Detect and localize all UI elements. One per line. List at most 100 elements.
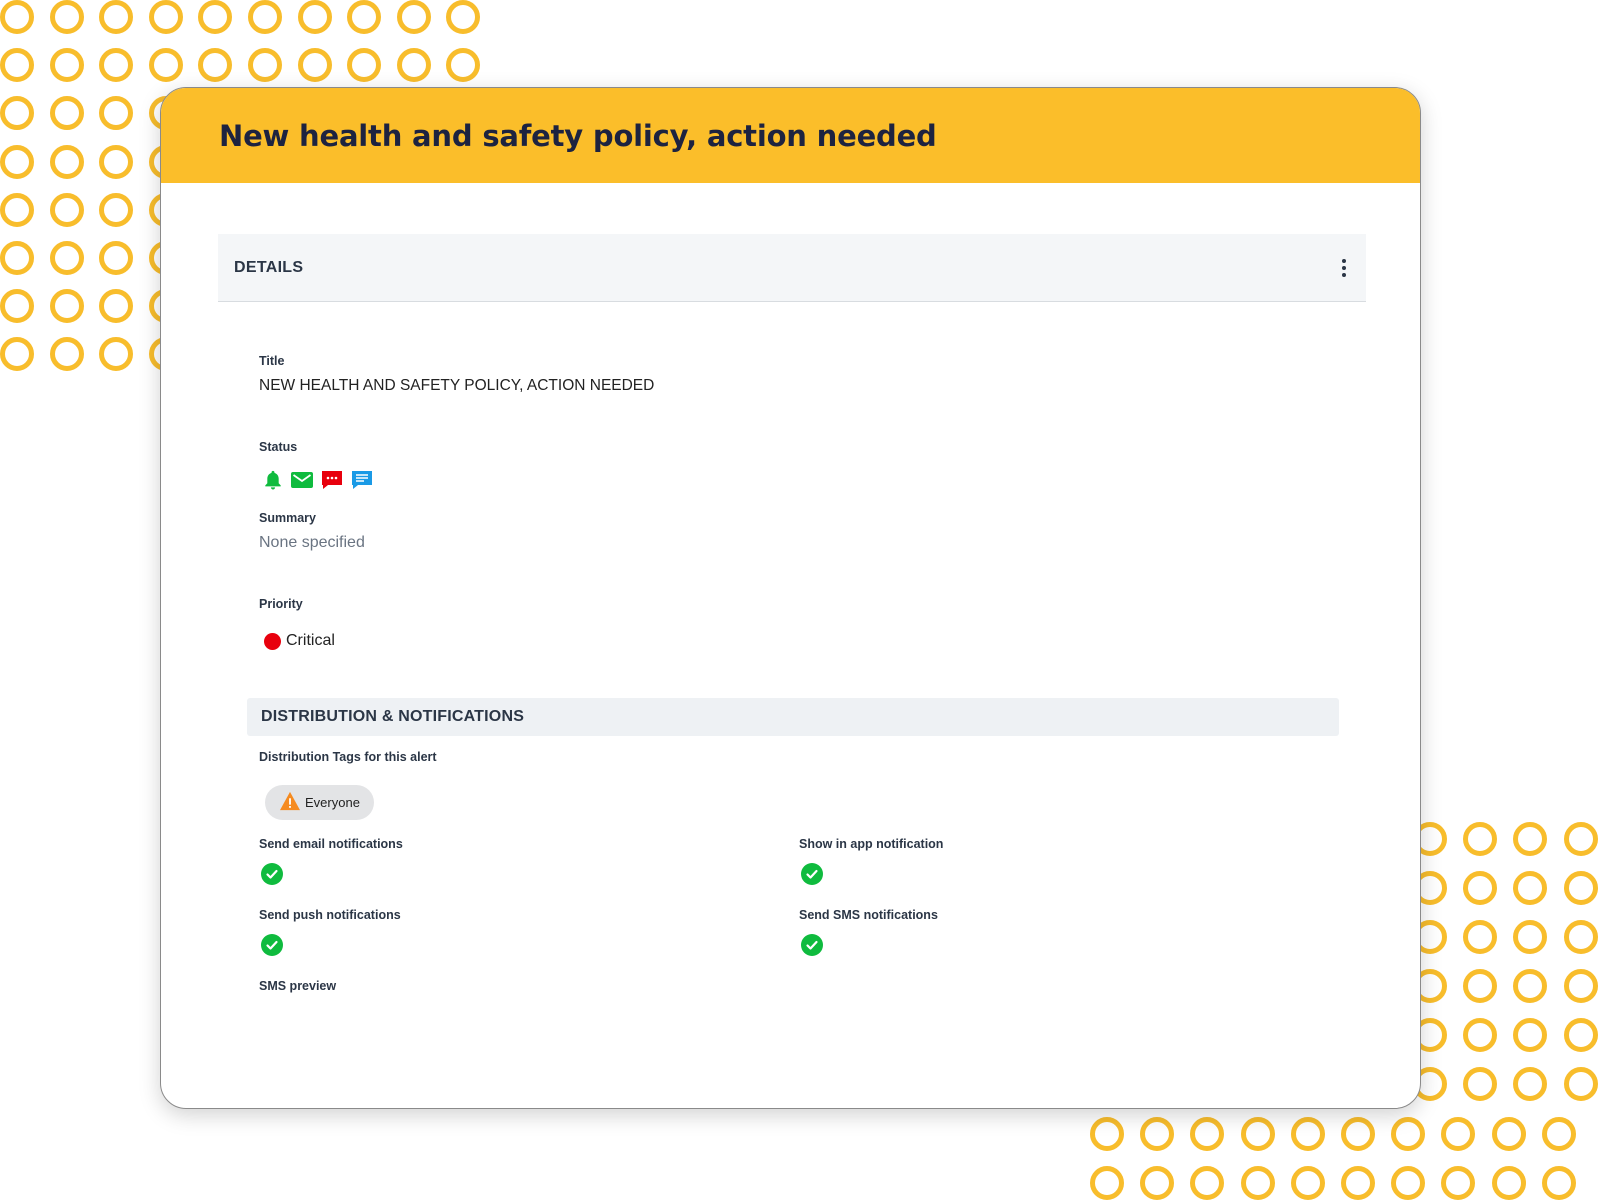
decorative-ring <box>49 144 84 179</box>
title-label: Title <box>259 354 285 368</box>
decorative-ring <box>99 337 134 372</box>
sms-icon <box>320 469 344 491</box>
decorative-ring <box>1513 822 1548 856</box>
decorative-ring <box>396 48 431 83</box>
in-app-enabled-check-icon <box>801 863 823 885</box>
more-vertical-icon[interactable] <box>1338 258 1350 277</box>
decorative-ring <box>446 0 481 34</box>
decorative-ring <box>1513 1018 1548 1052</box>
priority-indicator: Critical <box>264 632 335 650</box>
decorative-ring <box>198 0 233 34</box>
decorative-ring <box>99 289 134 324</box>
decorative-ring <box>1563 871 1598 905</box>
decorative-ring <box>0 144 34 179</box>
status-icons <box>262 469 374 491</box>
alert-title: New health and safety policy, action nee… <box>219 118 937 153</box>
distribution-tags-label: Distribution Tags for this alert <box>259 750 437 764</box>
decorative-ring <box>99 48 134 83</box>
warning-icon <box>279 791 301 814</box>
decorative-ring <box>1563 920 1598 954</box>
decorative-ring <box>1463 1018 1498 1052</box>
decorative-ring <box>1513 1067 1548 1101</box>
decorative-ring <box>1391 1166 1426 1200</box>
email-notifications-label: Send email notifications <box>259 837 403 851</box>
details-header: DETAILS <box>218 234 1366 302</box>
sms-preview-label: SMS preview <box>259 979 337 993</box>
decorative-ring <box>1563 1067 1598 1101</box>
decorative-ring <box>297 48 332 83</box>
decorative-ring <box>1513 871 1548 905</box>
decorative-ring <box>1090 1117 1124 1151</box>
tag-label: Everyone <box>305 795 360 810</box>
decorative-ring <box>1290 1117 1325 1151</box>
decorative-ring <box>1563 822 1598 856</box>
decorative-ring <box>49 289 84 324</box>
bell-icon <box>262 469 284 491</box>
sms-enabled-check-icon <box>801 934 823 956</box>
decorative-ring <box>1140 1166 1175 1200</box>
decorative-ring <box>1340 1166 1375 1200</box>
title-value: NEW HEALTH AND SAFETY POLICY, ACTION NEE… <box>259 377 655 394</box>
decorative-rings-bottom-right <box>1090 1117 1576 1200</box>
decorative-ring <box>1463 871 1498 905</box>
critical-dot-icon <box>264 632 281 650</box>
decorative-ring <box>99 96 134 131</box>
mail-icon <box>290 469 314 491</box>
decorative-ring <box>1391 1117 1426 1151</box>
decorative-ring <box>1563 1018 1598 1052</box>
decorative-ring <box>1463 822 1498 856</box>
decorative-ring <box>0 289 34 324</box>
decorative-ring <box>49 96 84 131</box>
decorative-ring <box>1463 920 1498 954</box>
decorative-ring <box>247 48 282 83</box>
decorative-ring <box>0 240 34 275</box>
decorative-ring <box>0 192 34 227</box>
decorative-ring <box>0 96 34 131</box>
decorative-ring <box>1463 969 1498 1003</box>
decorative-ring <box>1340 1117 1375 1151</box>
distribution-tag-everyone[interactable]: Everyone <box>265 785 374 820</box>
decorative-ring <box>148 0 183 34</box>
sms-notifications-label: Send SMS notifications <box>799 908 938 922</box>
priority-label: Priority <box>259 597 303 611</box>
decorative-ring <box>446 48 481 83</box>
decorative-ring <box>49 192 84 227</box>
decorative-ring <box>1441 1117 1476 1151</box>
decorative-ring <box>1541 1166 1576 1200</box>
details-heading: DETAILS <box>234 258 304 276</box>
decorative-rings-right <box>1413 822 1598 1101</box>
decorative-ring <box>0 337 34 372</box>
decorative-ring <box>1240 1166 1275 1200</box>
decorative-ring <box>99 240 134 275</box>
decorative-ring <box>1090 1166 1124 1200</box>
decorative-ring <box>49 240 84 275</box>
summary-value: None specified <box>259 534 365 551</box>
decorative-ring <box>1190 1117 1225 1151</box>
decorative-ring <box>1290 1166 1325 1200</box>
priority-value: Critical <box>286 632 335 649</box>
decorative-ring <box>1441 1166 1476 1200</box>
email-enabled-check-icon <box>261 863 283 885</box>
decorative-ring <box>49 337 84 372</box>
decorative-ring <box>0 0 34 34</box>
push-enabled-check-icon <box>261 934 283 956</box>
decorative-ring <box>1463 1067 1498 1101</box>
decorative-ring <box>49 48 84 83</box>
distribution-header: DISTRIBUTION & NOTIFICATIONS <box>247 698 1339 736</box>
in-app-notification-label: Show in app notification <box>799 837 944 851</box>
decorative-ring <box>198 48 233 83</box>
decorative-ring <box>1513 969 1548 1003</box>
decorative-ring <box>347 48 382 83</box>
decorative-ring <box>1541 1117 1576 1151</box>
push-notifications-label: Send push notifications <box>259 908 401 922</box>
decorative-ring <box>297 0 332 34</box>
summary-label: Summary <box>259 511 316 525</box>
decorative-ring <box>49 0 84 34</box>
alert-card: New health and safety policy, action nee… <box>160 87 1421 1109</box>
decorative-ring <box>1140 1117 1175 1151</box>
decorative-ring <box>1190 1166 1225 1200</box>
distribution-heading: DISTRIBUTION & NOTIFICATIONS <box>261 708 525 725</box>
decorative-ring <box>148 48 183 83</box>
decorative-ring <box>99 192 134 227</box>
status-label: Status <box>259 440 298 454</box>
